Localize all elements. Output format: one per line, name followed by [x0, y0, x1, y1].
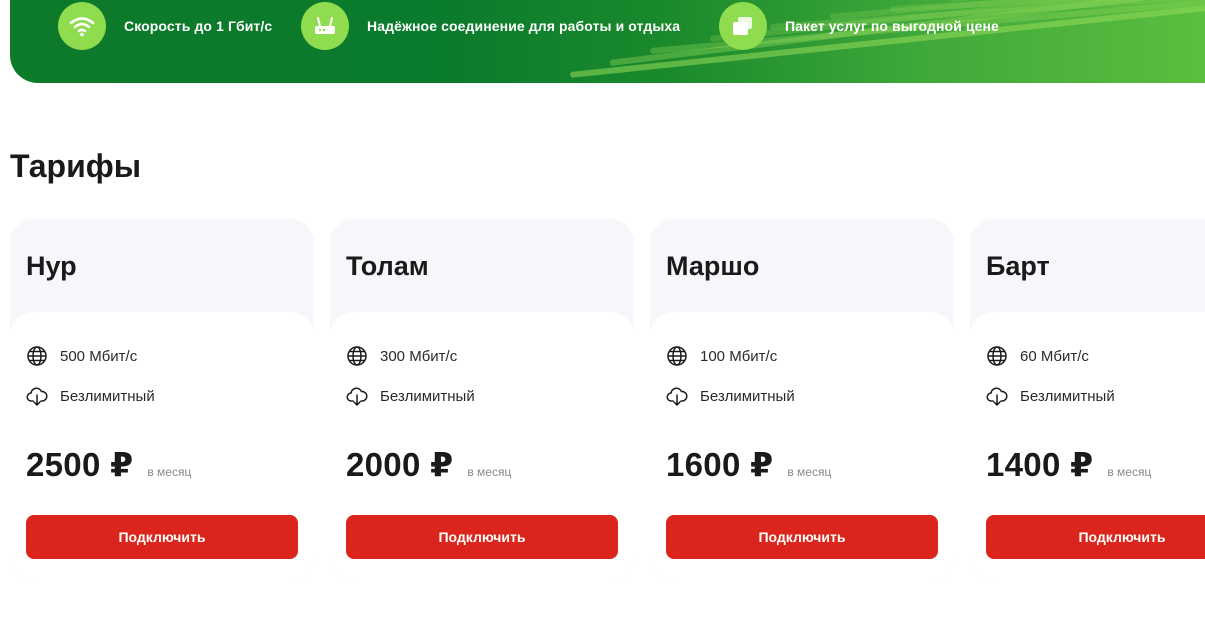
globe-icon [346, 345, 368, 367]
traffic-row: Безлимитный [986, 385, 1115, 407]
price-value: 1400 ₽ [986, 446, 1094, 483]
cloud-download-icon [666, 385, 688, 407]
connect-button[interactable]: Подключить [986, 515, 1205, 559]
price-period: в месяц [787, 465, 832, 479]
tariff-card: Маршо 100 Мбит/с Безлимитный 1600 ₽ в ме… [650, 219, 954, 581]
speed-text: 100 Мбит/с [700, 347, 778, 365]
tariff-name: Нур [26, 251, 77, 281]
speed-row: 500 Мбит/с [26, 345, 137, 367]
connect-button[interactable]: Подключить [26, 515, 298, 559]
globe-icon [666, 345, 688, 367]
traffic-row: Безлимитный [666, 385, 795, 407]
traffic-text: Безлимитный [60, 387, 155, 405]
price: 2500 ₽ в месяц [26, 445, 191, 484]
tariff-card: Толам 300 Мбит/с Безлимитный 2000 ₽ в ме… [330, 219, 634, 581]
tariff-name: Барт [986, 251, 1050, 281]
traffic-text: Безлимитный [380, 387, 475, 405]
feature-package-text: Пакет услуг по выгодной цене [785, 18, 999, 34]
speed-row: 100 Мбит/с [666, 345, 777, 367]
traffic-text: Безлимитный [700, 387, 795, 405]
promo-banner: Скорость до 1 Гбит/с Надёжное соединение… [10, 0, 1205, 83]
feature-package: Пакет услуг по выгодной цене [719, 2, 999, 50]
price-value: 2000 ₽ [346, 446, 454, 483]
cloud-download-icon [26, 385, 48, 407]
section-title: Тарифы [10, 148, 142, 184]
package-icon [719, 2, 767, 50]
page: Скорость до 1 Гбит/с Надёжное соединение… [0, 0, 1205, 623]
price: 1600 ₽ в месяц [666, 445, 831, 484]
speed-text: 300 Мбит/с [380, 347, 458, 365]
feature-list: Скорость до 1 Гбит/с Надёжное соединение… [10, 0, 1205, 52]
tariff-name: Толам [346, 251, 429, 281]
speed-text: 60 Мбит/с [1020, 347, 1089, 365]
price-period: в месяц [467, 465, 512, 479]
tariff-card: Нур 500 Мбит/с Безлимитный 2500 ₽ в меся… [10, 219, 314, 581]
tariff-card: Барт 60 Мбит/с Безлимитный 1400 ₽ в меся… [970, 219, 1205, 581]
price: 1400 ₽ в месяц [986, 445, 1151, 484]
router-icon [301, 2, 349, 50]
feature-speed: Скорость до 1 Гбит/с [58, 2, 272, 50]
cloud-download-icon [986, 385, 1008, 407]
feature-speed-text: Скорость до 1 Гбит/с [124, 18, 273, 34]
traffic-row: Безлимитный [346, 385, 475, 407]
globe-icon [26, 345, 48, 367]
price-value: 1600 ₽ [666, 446, 774, 483]
tariff-name: Маршо [666, 251, 760, 281]
price-value: 2500 ₽ [26, 446, 134, 483]
feature-connection: Надёжное соединение для работы и отдыха [301, 2, 680, 50]
speed-text: 500 Мбит/с [60, 347, 138, 365]
connect-button[interactable]: Подключить [346, 515, 618, 559]
cloud-download-icon [346, 385, 368, 407]
price: 2000 ₽ в месяц [346, 445, 511, 484]
price-period: в месяц [147, 465, 192, 479]
connect-button[interactable]: Подключить [666, 515, 938, 559]
wifi-icon [58, 2, 106, 50]
speed-row: 300 Мбит/с [346, 345, 457, 367]
feature-connection-text: Надёжное соединение для работы и отдыха [367, 18, 681, 34]
traffic-text: Безлимитный [1020, 387, 1115, 405]
speed-row: 60 Мбит/с [986, 345, 1089, 367]
traffic-row: Безлимитный [26, 385, 155, 407]
globe-icon [986, 345, 1008, 367]
price-period: в месяц [1107, 465, 1152, 479]
